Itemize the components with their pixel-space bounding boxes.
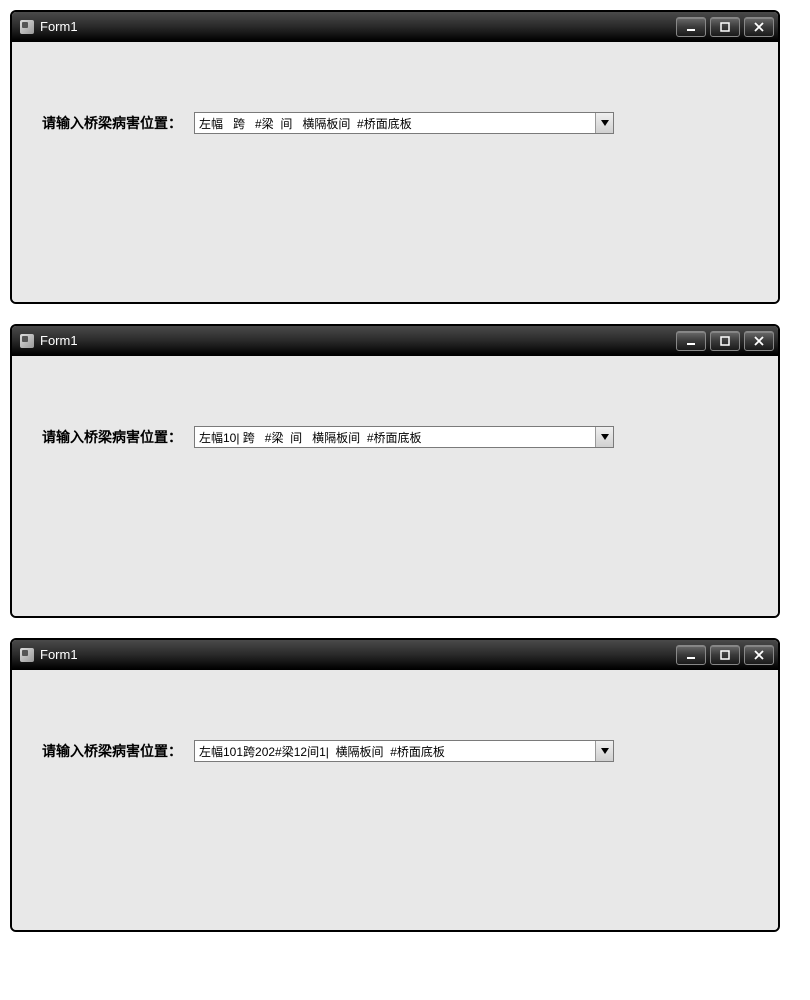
title-left: Form1	[20, 19, 78, 34]
minimize-button[interactable]	[676, 331, 706, 351]
app-icon	[20, 648, 34, 662]
client-area: 请输入桥梁病害位置：	[12, 356, 778, 616]
window-controls	[676, 17, 774, 37]
window-controls	[676, 331, 774, 351]
position-label: 请输入桥梁病害位置：	[42, 427, 182, 447]
app-icon	[20, 20, 34, 34]
window-controls	[676, 645, 774, 665]
dropdown-button[interactable]	[595, 741, 613, 761]
maximize-button[interactable]	[710, 645, 740, 665]
minimize-icon	[685, 21, 697, 33]
titlebar[interactable]: Form1	[12, 640, 778, 670]
chevron-down-icon	[601, 120, 609, 126]
position-input[interactable]	[195, 741, 595, 761]
form-row: 请输入桥梁病害位置：	[42, 740, 748, 762]
maximize-button[interactable]	[710, 17, 740, 37]
titlebar[interactable]: Form1	[12, 326, 778, 356]
maximize-icon	[719, 335, 731, 347]
minimize-button[interactable]	[676, 17, 706, 37]
position-combobox[interactable]	[194, 112, 614, 134]
maximize-icon	[719, 649, 731, 661]
close-icon	[753, 21, 765, 33]
chevron-down-icon	[601, 434, 609, 440]
minimize-icon	[685, 649, 697, 661]
form-row: 请输入桥梁病害位置：	[42, 112, 748, 134]
minimize-button[interactable]	[676, 645, 706, 665]
window-3: Form1 请输入桥梁病害位置：	[10, 638, 780, 932]
position-label: 请输入桥梁病害位置：	[42, 113, 182, 133]
close-icon	[753, 335, 765, 347]
client-area: 请输入桥梁病害位置：	[12, 42, 778, 302]
title-left: Form1	[20, 333, 78, 348]
close-icon	[753, 649, 765, 661]
dropdown-button[interactable]	[595, 113, 613, 133]
titlebar[interactable]: Form1	[12, 12, 778, 42]
window-title: Form1	[40, 19, 78, 34]
position-input[interactable]	[195, 113, 595, 133]
position-combobox[interactable]	[194, 740, 614, 762]
close-button[interactable]	[744, 331, 774, 351]
position-combobox[interactable]	[194, 426, 614, 448]
app-icon	[20, 334, 34, 348]
position-input[interactable]	[195, 427, 595, 447]
window-title: Form1	[40, 647, 78, 662]
position-label: 请输入桥梁病害位置：	[42, 741, 182, 761]
close-button[interactable]	[744, 17, 774, 37]
window-title: Form1	[40, 333, 78, 348]
window-1: Form1 请输入桥梁病害位置：	[10, 10, 780, 304]
minimize-icon	[685, 335, 697, 347]
close-button[interactable]	[744, 645, 774, 665]
form-row: 请输入桥梁病害位置：	[42, 426, 748, 448]
maximize-button[interactable]	[710, 331, 740, 351]
chevron-down-icon	[601, 748, 609, 754]
window-2: Form1 请输入桥梁病害位置：	[10, 324, 780, 618]
title-left: Form1	[20, 647, 78, 662]
maximize-icon	[719, 21, 731, 33]
dropdown-button[interactable]	[595, 427, 613, 447]
client-area: 请输入桥梁病害位置：	[12, 670, 778, 930]
